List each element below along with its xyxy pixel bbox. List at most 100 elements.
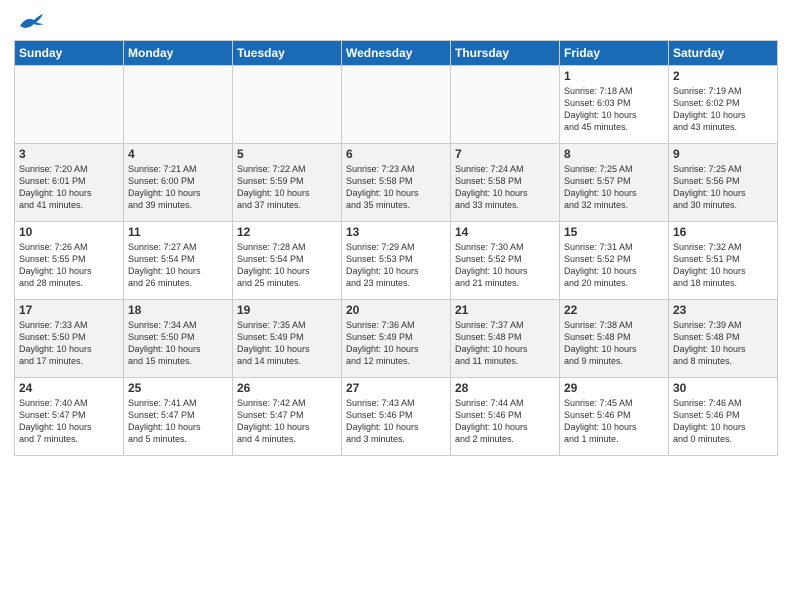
day-info: Sunrise: 7:32 AM Sunset: 5:51 PM Dayligh… [673, 241, 773, 290]
day-number: 2 [673, 69, 773, 83]
day-info: Sunrise: 7:24 AM Sunset: 5:58 PM Dayligh… [455, 163, 555, 212]
calendar-cell: 19Sunrise: 7:35 AM Sunset: 5:49 PM Dayli… [233, 300, 342, 378]
day-number: 22 [564, 303, 664, 317]
calendar-week-row: 24 Sunrise: 7:40 AM Sunset: 5:47 PM Dayli… [15, 378, 778, 456]
calendar-header-row: SundayMondayTuesdayWednesdayThursdayFrid… [15, 41, 778, 66]
calendar-cell: 11 Sunrise: 7:27 AM Sunset: 5:54 PM Dayli… [124, 222, 233, 300]
day-number: 30 [673, 381, 773, 395]
day-info: Sunrise: 7:25 AM Sunset: 5:56 PM Dayligh… [673, 163, 773, 212]
calendar-cell: 8Sunrise: 7:25 AM Sunset: 5:57 PM Daylig… [560, 144, 669, 222]
calendar-cell [233, 66, 342, 144]
day-info: Sunrise: 7:19 AM Sunset: 6:02 PM Dayligh… [673, 85, 773, 134]
col-header-thursday: Thursday [451, 41, 560, 66]
day-number: 15 [564, 225, 664, 239]
calendar-cell: 9Sunrise: 7:25 AM Sunset: 5:56 PM Daylig… [669, 144, 778, 222]
col-header-saturday: Saturday [669, 41, 778, 66]
calendar-cell [451, 66, 560, 144]
day-number: 13 [346, 225, 446, 239]
day-number: 6 [346, 147, 446, 161]
day-info: Sunrise: 7:35 AM Sunset: 5:49 PM Dayligh… [237, 319, 337, 368]
day-number: 28 [455, 381, 555, 395]
day-number: 25 [128, 381, 228, 395]
day-number: 20 [346, 303, 446, 317]
calendar-cell: 10Sunrise: 7:26 AM Sunset: 5:55 PM Dayli… [15, 222, 124, 300]
day-info: Sunrise: 7:26 AM Sunset: 5:55 PM Dayligh… [19, 241, 119, 290]
calendar-cell: 21 Sunrise: 7:37 AM Sunset: 5:48 PM Dayli… [451, 300, 560, 378]
day-info: Sunrise: 7:23 AM Sunset: 5:58 PM Dayligh… [346, 163, 446, 212]
day-info: Sunrise: 7:34 AM Sunset: 5:50 PM Dayligh… [128, 319, 228, 368]
day-info: Sunrise: 7:22 AM Sunset: 5:59 PM Dayligh… [237, 163, 337, 212]
calendar-cell: 14 Sunrise: 7:30 AM Sunset: 5:52 PM Dayli… [451, 222, 560, 300]
day-info: Sunrise: 7:20 AM Sunset: 6:01 PM Dayligh… [19, 163, 119, 212]
calendar-cell [342, 66, 451, 144]
day-info: Sunrise: 7:40 AM Sunset: 5:47 PM Dayligh… [19, 397, 119, 446]
col-header-tuesday: Tuesday [233, 41, 342, 66]
calendar-cell: 13 Sunrise: 7:29 AM Sunset: 5:53 PM Dayli… [342, 222, 451, 300]
day-number: 29 [564, 381, 664, 395]
day-info: Sunrise: 7:31 AM Sunset: 5:52 PM Dayligh… [564, 241, 664, 290]
day-info: Sunrise: 7:44 AM Sunset: 5:46 PM Dayligh… [455, 397, 555, 446]
col-header-sunday: Sunday [15, 41, 124, 66]
day-info: Sunrise: 7:46 AM Sunset: 5:46 PM Dayligh… [673, 397, 773, 446]
calendar-cell: 1 Sunrise: 7:18 AM Sunset: 6:03 PM Daylig… [560, 66, 669, 144]
calendar-cell: 22 Sunrise: 7:38 AM Sunset: 5:48 PM Dayli… [560, 300, 669, 378]
calendar-cell: 18 Sunrise: 7:34 AM Sunset: 5:50 PM Dayli… [124, 300, 233, 378]
day-info: Sunrise: 7:30 AM Sunset: 5:52 PM Dayligh… [455, 241, 555, 290]
calendar-table: SundayMondayTuesdayWednesdayThursdayFrid… [14, 40, 778, 456]
calendar-cell: 26 Sunrise: 7:42 AM Sunset: 5:47 PM Dayli… [233, 378, 342, 456]
calendar-cell: 27 Sunrise: 7:43 AM Sunset: 5:46 PM Dayli… [342, 378, 451, 456]
calendar-cell [124, 66, 233, 144]
day-number: 12 [237, 225, 337, 239]
day-number: 1 [564, 69, 664, 83]
calendar-cell: 20 Sunrise: 7:36 AM Sunset: 5:49 PM Dayli… [342, 300, 451, 378]
day-number: 27 [346, 381, 446, 395]
calendar-cell: 17Sunrise: 7:33 AM Sunset: 5:50 PM Dayli… [15, 300, 124, 378]
calendar-cell: 24 Sunrise: 7:40 AM Sunset: 5:47 PM Dayli… [15, 378, 124, 456]
day-info: Sunrise: 7:38 AM Sunset: 5:48 PM Dayligh… [564, 319, 664, 368]
day-number: 7 [455, 147, 555, 161]
col-header-friday: Friday [560, 41, 669, 66]
calendar-cell: 30 Sunrise: 7:46 AM Sunset: 5:46 PM Dayli… [669, 378, 778, 456]
calendar-cell: 28 Sunrise: 7:44 AM Sunset: 5:46 PM Dayli… [451, 378, 560, 456]
page: SundayMondayTuesdayWednesdayThursdayFrid… [0, 0, 792, 612]
day-number: 23 [673, 303, 773, 317]
day-info: Sunrise: 7:43 AM Sunset: 5:46 PM Dayligh… [346, 397, 446, 446]
day-info: Sunrise: 7:45 AM Sunset: 5:46 PM Dayligh… [564, 397, 664, 446]
day-info: Sunrise: 7:25 AM Sunset: 5:57 PM Dayligh… [564, 163, 664, 212]
day-number: 17 [19, 303, 119, 317]
day-number: 21 [455, 303, 555, 317]
day-info: Sunrise: 7:21 AM Sunset: 6:00 PM Dayligh… [128, 163, 228, 212]
calendar-cell: 23Sunrise: 7:39 AM Sunset: 5:48 PM Dayli… [669, 300, 778, 378]
day-info: Sunrise: 7:41 AM Sunset: 5:47 PM Dayligh… [128, 397, 228, 446]
calendar-cell [15, 66, 124, 144]
calendar-cell: 7 Sunrise: 7:24 AM Sunset: 5:58 PM Daylig… [451, 144, 560, 222]
day-info: Sunrise: 7:36 AM Sunset: 5:49 PM Dayligh… [346, 319, 446, 368]
calendar-cell: 12 Sunrise: 7:28 AM Sunset: 5:54 PM Dayli… [233, 222, 342, 300]
day-info: Sunrise: 7:37 AM Sunset: 5:48 PM Dayligh… [455, 319, 555, 368]
calendar-cell: 6 Sunrise: 7:23 AM Sunset: 5:58 PM Daylig… [342, 144, 451, 222]
day-number: 3 [19, 147, 119, 161]
calendar-week-row: 3 Sunrise: 7:20 AM Sunset: 6:01 PM Daylig… [15, 144, 778, 222]
logo [14, 10, 44, 32]
calendar-cell: 25 Sunrise: 7:41 AM Sunset: 5:47 PM Dayli… [124, 378, 233, 456]
day-number: 5 [237, 147, 337, 161]
col-header-wednesday: Wednesday [342, 41, 451, 66]
day-number: 16 [673, 225, 773, 239]
calendar-cell: 3 Sunrise: 7:20 AM Sunset: 6:01 PM Daylig… [15, 144, 124, 222]
day-number: 4 [128, 147, 228, 161]
day-info: Sunrise: 7:27 AM Sunset: 5:54 PM Dayligh… [128, 241, 228, 290]
calendar-cell: 29 Sunrise: 7:45 AM Sunset: 5:46 PM Dayli… [560, 378, 669, 456]
day-number: 26 [237, 381, 337, 395]
calendar-cell: 2 Sunrise: 7:19 AM Sunset: 6:02 PM Daylig… [669, 66, 778, 144]
day-info: Sunrise: 7:29 AM Sunset: 5:53 PM Dayligh… [346, 241, 446, 290]
day-info: Sunrise: 7:42 AM Sunset: 5:47 PM Dayligh… [237, 397, 337, 446]
calendar-week-row: 10Sunrise: 7:26 AM Sunset: 5:55 PM Dayli… [15, 222, 778, 300]
day-info: Sunrise: 7:18 AM Sunset: 6:03 PM Dayligh… [564, 85, 664, 134]
day-number: 14 [455, 225, 555, 239]
day-number: 24 [19, 381, 119, 395]
day-info: Sunrise: 7:28 AM Sunset: 5:54 PM Dayligh… [237, 241, 337, 290]
logo-bird-icon [16, 10, 44, 32]
calendar-cell: 15 Sunrise: 7:31 AM Sunset: 5:52 PM Dayli… [560, 222, 669, 300]
day-number: 11 [128, 225, 228, 239]
day-number: 18 [128, 303, 228, 317]
